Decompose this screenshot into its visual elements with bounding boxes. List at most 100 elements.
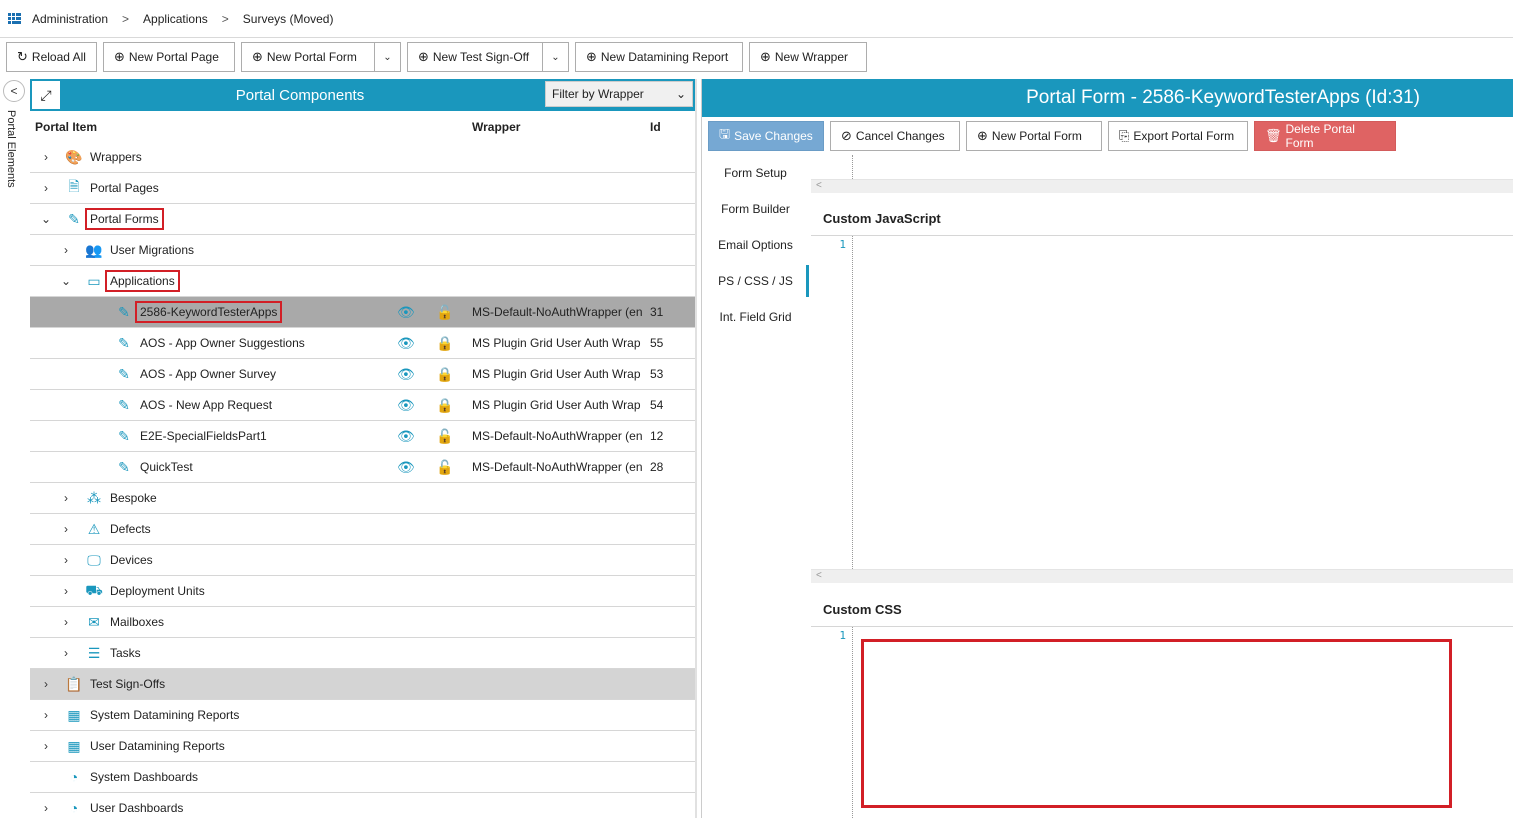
expand-icon[interactable]: ⤢	[32, 81, 60, 109]
tree-node[interactable]: › 🎨 Wrappers	[30, 142, 695, 173]
eye-icon[interactable]: 👁	[397, 459, 415, 476]
chevron-right-icon[interactable]: ›	[60, 491, 72, 505]
new-portal-page-button[interactable]: ⊕ New Portal Page	[102, 42, 235, 72]
unlock-icon[interactable]: 🔓	[436, 428, 453, 445]
delete-portal-form-button[interactable]: 🗑 Delete Portal Form	[1254, 121, 1396, 151]
breadcrumb-surveys[interactable]: Surveys (Moved)	[243, 12, 334, 26]
tree-item-label: AOS - App Owner Survey	[140, 367, 276, 381]
chevron-right-icon[interactable]: ›	[60, 553, 72, 567]
tree-node[interactable]: › 📋 Test Sign-Offs	[30, 669, 695, 700]
lock-icon[interactable]: 🔒	[436, 335, 453, 352]
tree-node[interactable]: › 👥 User Migrations	[30, 235, 695, 266]
tree-item-text: AOS - New App Request	[140, 398, 273, 412]
form-row[interactable]: ✎ AOS - App Owner Survey 👁 🔒 MS Plugin Grid …	[30, 359, 695, 390]
tree-node[interactable]: › ⚠ Defects	[30, 514, 695, 545]
tab-email-options[interactable]: Email Options	[702, 227, 809, 263]
new-datamining-report-button[interactable]: ⊕ New Datamining Report	[574, 42, 743, 72]
eye-icon[interactable]: 👁	[397, 335, 415, 352]
eye-icon[interactable]: 👁	[397, 397, 415, 414]
chevron-right-icon[interactable]: ›	[60, 243, 72, 257]
tree-item-label: Wrappers	[90, 150, 142, 164]
col-wrapper[interactable]: Wrapper	[472, 120, 520, 134]
tab-form-setup[interactable]: Form Setup	[702, 155, 809, 191]
tab-ps-css-js[interactable]: PS / CSS / JS	[702, 263, 809, 299]
chevron-right-icon[interactable]: ›	[40, 739, 52, 753]
new-test-signoff-button[interactable]: ⊕ New Test Sign-Off	[406, 42, 543, 72]
tree-node[interactable]: › 🖵 Devices	[30, 545, 695, 576]
chevron-right-icon[interactable]: ›	[60, 646, 72, 660]
chevron-down-icon[interactable]: ⌄	[60, 274, 72, 288]
tree-node[interactable]: › ⁂ Bespoke	[30, 483, 695, 514]
tree-node[interactable]: › ✉ Mailboxes	[30, 607, 695, 638]
chevron-right-icon[interactable]: ›	[60, 522, 72, 536]
chevron-right-icon[interactable]: ›	[40, 181, 52, 195]
tree-node[interactable]: › ▦ System Datamining Reports	[30, 700, 695, 731]
horizontal-scrollbar[interactable]: <	[811, 179, 1513, 193]
reload-all-button[interactable]: ↻ Reload All	[6, 42, 97, 72]
javascript-editor[interactable]: 1	[811, 235, 1513, 569]
tree-node[interactable]: ◔ System Dashboards	[30, 762, 695, 793]
cancel-changes-button[interactable]: ⊘ Cancel Changes	[830, 121, 960, 151]
top-code-editor[interactable]	[811, 155, 1513, 179]
breadcrumb-applications[interactable]: Applications	[143, 12, 208, 26]
form-icon: ✎	[118, 365, 130, 382]
lock-icon[interactable]: 🔒	[436, 366, 453, 383]
portal-elements-tab[interactable]: Portal Elements	[5, 110, 17, 188]
unlock-icon[interactable]: 🔓	[436, 459, 453, 476]
chevron-right-icon: >	[122, 11, 130, 26]
chevron-right-icon[interactable]: ›	[40, 801, 52, 815]
tree-node[interactable]: › ◔ User Dashboards	[30, 793, 695, 818]
panel-title: Portal Components	[235, 86, 365, 104]
tree-node[interactable]: ⌄ ▭ Applications	[30, 266, 695, 297]
chevron-right-icon[interactable]: ›	[40, 150, 52, 164]
tree-item-label: System Datamining Reports	[90, 708, 239, 722]
chevron-right-icon[interactable]: ›	[40, 708, 52, 722]
form-row[interactable]: ✎ 2586-KeywordTesterApps 👁 🔓 MS-Default-NoAu…	[30, 297, 695, 328]
col-id[interactable]: Id	[650, 120, 661, 134]
portal-form-panel: Portal Form - 2586-KeywordTesterApps (Id…	[701, 79, 1513, 818]
export-portal-form-button[interactable]: ⎘ Export Portal Form	[1108, 121, 1248, 151]
horizontal-scrollbar[interactable]: <	[811, 569, 1513, 583]
save-changes-button[interactable]: 🖫 Save Changes	[708, 121, 824, 151]
chevron-down-icon[interactable]: ⌄	[40, 212, 52, 226]
wrapper-cell: MS Plugin Grid User Auth Wrap	[472, 367, 641, 381]
clipboard-icon: 📋	[65, 675, 83, 692]
form-row[interactable]: ✎ AOS - App Owner Suggestions 👁 🔒 MS Plugin …	[30, 328, 695, 359]
breadcrumb-administration[interactable]: Administration	[32, 12, 108, 26]
collapse-panel-button[interactable]: <	[3, 80, 25, 102]
col-portal-item[interactable]: Portal Item	[35, 120, 97, 134]
eye-icon[interactable]: 👁	[397, 304, 415, 321]
tree-item-text: 2586-KeywordTesterApps	[135, 301, 283, 323]
eye-icon[interactable]: 👁	[397, 428, 415, 445]
tree-node[interactable]: ⌄ ✎ Portal Forms	[30, 204, 695, 235]
tree-node[interactable]: › 🗎 Portal Pages	[30, 173, 695, 204]
tab-form-builder[interactable]: Form Builder	[702, 191, 809, 227]
tree-node[interactable]: › ☰ Tasks	[30, 638, 695, 669]
eye-icon[interactable]: 👁	[397, 366, 415, 383]
filter-by-wrapper-select[interactable]: Filter by Wrapper ⌄	[545, 81, 693, 107]
tree-item-text: Test Sign-Offs	[90, 677, 166, 691]
form-row[interactable]: ✎ AOS - New App Request 👁 🔒 MS Plugin Grid U…	[30, 390, 695, 421]
unlock-icon[interactable]: 🔓	[436, 304, 453, 321]
new-test-signoff-dropdown[interactable]: ⌄	[542, 42, 569, 72]
tree-item-label: E2E-SpecialFieldsPart1	[140, 429, 267, 443]
new-portal-form-button[interactable]: ⊕ New Portal Form	[240, 42, 375, 72]
tree-item-text: AOS - App Owner Suggestions	[140, 336, 305, 350]
tree-node[interactable]: › ▦ User Datamining Reports	[30, 731, 695, 762]
tree-item-label: Applications	[105, 270, 180, 292]
form-row[interactable]: ✎ E2E-SpecialFieldsPart1 👁 🔓 MS-Default-NoAu…	[30, 421, 695, 452]
dashboard-icon: ◔	[69, 800, 79, 816]
tree-item-text: Mailboxes	[110, 615, 165, 629]
tab-int-field-grid[interactable]: Int. Field Grid	[702, 299, 809, 335]
tree-item-text: Portal Forms	[85, 208, 164, 230]
lock-icon[interactable]: 🔒	[436, 397, 453, 414]
cubes-icon: ⁂	[87, 489, 101, 506]
chevron-right-icon[interactable]: ›	[60, 615, 72, 629]
chevron-right-icon[interactable]: ›	[40, 677, 52, 691]
form-row[interactable]: ✎ QuickTest 👁 🔓 MS-Default-NoAuthWrapper (en…	[30, 452, 695, 483]
new-portal-form-dropdown[interactable]: ⌄	[374, 42, 401, 72]
new-wrapper-button[interactable]: ⊕ New Wrapper	[748, 42, 867, 72]
tree-node[interactable]: › ⛟ Deployment Units	[30, 576, 695, 607]
chevron-right-icon[interactable]: ›	[60, 584, 72, 598]
new-portal-form-button-right[interactable]: ⊕ New Portal Form	[966, 121, 1102, 151]
